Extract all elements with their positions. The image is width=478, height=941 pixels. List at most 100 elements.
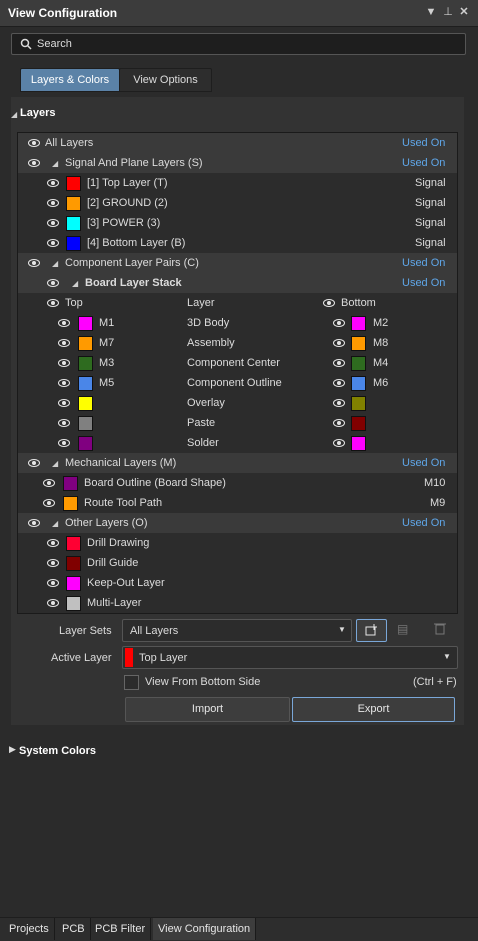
eye-icon[interactable]: [28, 139, 40, 147]
tab-view-options[interactable]: View Options: [119, 68, 212, 92]
color-swatch[interactable]: [66, 576, 81, 591]
eye-icon[interactable]: [47, 299, 59, 307]
import-button[interactable]: Import: [125, 697, 290, 722]
group-mechanical-layers[interactable]: ◢ Mechanical Layers (M) Used On: [18, 453, 457, 473]
color-swatch[interactable]: [351, 416, 366, 431]
color-swatch[interactable]: [351, 316, 366, 331]
eye-icon[interactable]: [47, 219, 59, 227]
color-swatch[interactable]: [78, 436, 93, 451]
collapse-icon[interactable]: ◢: [11, 110, 17, 119]
color-swatch[interactable]: [63, 496, 78, 511]
color-swatch[interactable]: [66, 556, 81, 571]
tab-layers-colors[interactable]: Layers & Colors: [20, 68, 120, 92]
expand-icon[interactable]: ▶: [9, 744, 16, 755]
group-component-layer-pairs[interactable]: ◢ Component Layer Pairs (C) Used On: [18, 253, 457, 273]
group-signal-layers[interactable]: ◢ Signal And Plane Layers (S) Used On: [18, 153, 457, 173]
eye-icon[interactable]: [28, 159, 40, 167]
layer-row[interactable]: [4] Bottom Layer (B) Signal: [18, 233, 457, 253]
layer-row[interactable]: [2] GROUND (2) Signal: [18, 193, 457, 213]
color-swatch[interactable]: [66, 216, 81, 231]
color-swatch[interactable]: [351, 376, 366, 391]
eye-icon[interactable]: [333, 399, 345, 407]
eye-icon[interactable]: [323, 299, 335, 307]
layer-pair-row[interactable]: M5 Component Outline M6: [18, 373, 457, 393]
eye-icon[interactable]: [47, 179, 59, 187]
color-swatch[interactable]: [351, 396, 366, 411]
tab-view-configuration[interactable]: View Configuration: [153, 918, 257, 940]
all-layers-row[interactable]: All Layers Used On: [18, 133, 457, 153]
collapse-icon[interactable]: ◢: [52, 159, 58, 168]
close-icon[interactable]: ✕: [458, 6, 470, 18]
save-icon[interactable]: ▤: [397, 622, 415, 638]
layer-pair-row[interactable]: M7 Assembly M8: [18, 333, 457, 353]
tab-pcb-filter[interactable]: PCB Filter: [90, 918, 152, 940]
menu-dropdown-icon[interactable]: ▼: [425, 6, 437, 18]
color-swatch[interactable]: [63, 476, 78, 491]
eye-icon[interactable]: [333, 379, 345, 387]
collapse-icon[interactable]: ◢: [72, 279, 78, 288]
color-swatch[interactable]: [351, 356, 366, 371]
color-swatch[interactable]: [66, 536, 81, 551]
eye-icon[interactable]: [47, 579, 59, 587]
section-title-system-colors[interactable]: System Colors: [19, 745, 96, 757]
eye-icon[interactable]: [43, 479, 55, 487]
eye-icon[interactable]: [58, 359, 70, 367]
delete-icon[interactable]: [434, 622, 450, 638]
color-swatch[interactable]: [66, 176, 81, 191]
layer-row[interactable]: Board Outline (Board Shape) M10: [18, 473, 457, 493]
layer-row[interactable]: Drill Guide: [18, 553, 457, 573]
pin-icon[interactable]: ⊥: [442, 6, 454, 18]
eye-icon[interactable]: [58, 339, 70, 347]
eye-icon[interactable]: [28, 519, 40, 527]
collapse-icon[interactable]: ◢: [52, 459, 58, 468]
eye-icon[interactable]: [47, 239, 59, 247]
color-swatch[interactable]: [351, 436, 366, 451]
layer-pair-row[interactable]: Paste: [18, 413, 457, 433]
tab-pcb[interactable]: PCB: [57, 918, 91, 940]
view-from-bottom-checkbox[interactable]: [124, 675, 139, 690]
color-swatch[interactable]: [78, 356, 93, 371]
eye-icon[interactable]: [58, 399, 70, 407]
add-layer-set-button[interactable]: [356, 619, 387, 642]
eye-icon[interactable]: [58, 379, 70, 387]
eye-icon[interactable]: [58, 319, 70, 327]
eye-icon[interactable]: [58, 439, 70, 447]
active-layer-dropdown[interactable]: Top Layer ▼: [122, 646, 458, 669]
eye-icon[interactable]: [47, 539, 59, 547]
eye-icon[interactable]: [47, 199, 59, 207]
color-swatch[interactable]: [66, 196, 81, 211]
layer-row[interactable]: Multi-Layer: [18, 593, 457, 613]
layer-row[interactable]: [1] Top Layer (T) Signal: [18, 173, 457, 193]
eye-icon[interactable]: [333, 439, 345, 447]
tab-projects[interactable]: Projects: [4, 918, 55, 940]
eye-icon[interactable]: [333, 339, 345, 347]
group-board-layer-stack[interactable]: ◢ Board Layer Stack Used On: [18, 273, 457, 293]
color-swatch[interactable]: [78, 316, 93, 331]
layer-pair-row[interactable]: M3 Component Center M4: [18, 353, 457, 373]
eye-icon[interactable]: [47, 279, 59, 287]
eye-icon[interactable]: [47, 559, 59, 567]
color-swatch[interactable]: [351, 336, 366, 351]
eye-icon[interactable]: [28, 259, 40, 267]
color-swatch[interactable]: [78, 396, 93, 411]
collapse-icon[interactable]: ◢: [52, 259, 58, 268]
color-swatch[interactable]: [78, 336, 93, 351]
color-swatch[interactable]: [66, 596, 81, 611]
layer-pair-row[interactable]: M1 3D Body M2: [18, 313, 457, 333]
eye-icon[interactable]: [43, 499, 55, 507]
eye-icon[interactable]: [58, 419, 70, 427]
layer-pair-row[interactable]: Solder: [18, 433, 457, 453]
layer-sets-dropdown[interactable]: All Layers ▼: [122, 619, 352, 642]
export-button[interactable]: Export: [292, 697, 455, 722]
layer-row[interactable]: Route Tool Path M9: [18, 493, 457, 513]
layer-row[interactable]: Keep-Out Layer: [18, 573, 457, 593]
search-input[interactable]: Search: [11, 33, 466, 55]
eye-icon[interactable]: [47, 599, 59, 607]
color-swatch[interactable]: [78, 416, 93, 431]
group-other-layers[interactable]: ◢ Other Layers (O) Used On: [18, 513, 457, 533]
eye-icon[interactable]: [28, 459, 40, 467]
color-swatch[interactable]: [66, 236, 81, 251]
layer-row[interactable]: Drill Drawing: [18, 533, 457, 553]
eye-icon[interactable]: [333, 359, 345, 367]
eye-icon[interactable]: [333, 319, 345, 327]
